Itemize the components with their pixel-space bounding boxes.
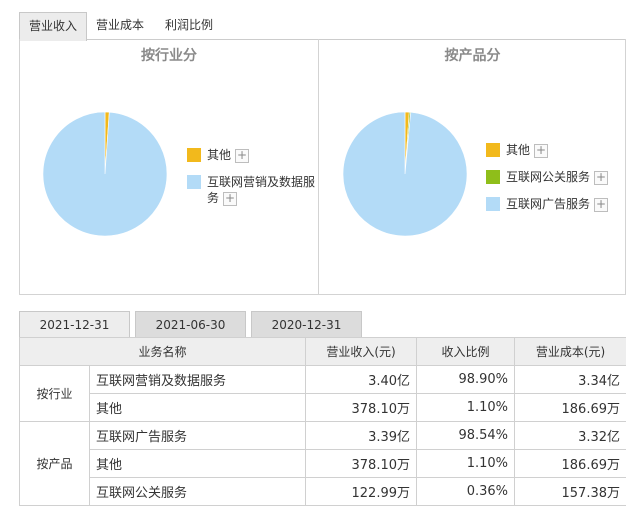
legend-label: 其他 + — [207, 147, 250, 163]
legend-swatch-other — [486, 143, 500, 157]
product-pie-title: 按产品分 — [444, 48, 501, 64]
industry-pie-panel: 按行业分 其他 + 互联网营销及数据服务 + — [20, 39, 319, 294]
tab-cost[interactable]: 营业成本 — [87, 12, 153, 40]
expand-plus-icon[interactable]: + — [594, 170, 609, 185]
row-ratio: 0.36% — [416, 477, 516, 506]
legend-swatch-internet-marketing — [187, 175, 201, 189]
table-row: 按行业 互联网营销及数据服务 3.40亿 98.90% 3.34亿 — [19, 365, 626, 422]
tab-2021-12-31[interactable]: 2021-12-31 — [19, 311, 130, 338]
legend-item-internet-marketing: 互联网营销及数据服务 + — [187, 174, 319, 206]
row-ratio: 1.10% — [416, 449, 516, 478]
row-ratio: 1.10% — [416, 393, 516, 422]
legend-label: 其他 + — [506, 142, 549, 158]
legend-item-internet-pr: 互联网公关服务 + — [486, 169, 609, 185]
row-revenue: 378.10万 — [305, 449, 418, 478]
row-revenue: 3.39亿 — [305, 421, 418, 450]
row-revenue: 122.99万 — [305, 477, 418, 506]
tab-profit-ratio[interactable]: 利润比例 — [156, 12, 222, 40]
group-label-product: 按产品 — [19, 421, 90, 506]
expand-plus-icon[interactable]: + — [235, 148, 250, 163]
header-revenue: 营业收入(元) — [305, 337, 418, 366]
row-revenue: 3.40亿 — [305, 365, 418, 394]
legend-item-other: 其他 + — [486, 142, 549, 158]
table-row: 互联网公关服务 122.99万 0.36% 157.38万 — [20, 477, 626, 506]
top-tab-bar: 营业收入 营业成本 利润比例 — [19, 10, 626, 41]
row-cost: 186.69万 — [514, 393, 626, 422]
row-ratio: 98.90% — [416, 365, 516, 394]
pie-slice-1[interactable] — [42, 111, 168, 237]
legend-label: 互联网广告服务 + — [506, 196, 609, 212]
header-cost: 营业成本(元) — [514, 337, 626, 366]
expand-plus-icon[interactable]: + — [594, 197, 609, 212]
legend-label: 互联网公关服务 + — [506, 169, 609, 185]
legend-swatch-internet-ads — [486, 197, 500, 211]
pie-panels: 按行业分 其他 + 互联网营销及数据服务 + 按产品分 其他 + 互联网公关服务… — [19, 39, 626, 295]
expand-plus-icon[interactable]: + — [534, 143, 549, 158]
tab-revenue[interactable]: 营业收入 — [19, 12, 88, 41]
table-row: 按产品 互联网广告服务 3.39亿 98.54% 3.32亿 — [19, 421, 626, 506]
row-revenue: 378.10万 — [305, 393, 418, 422]
legend-label: 互联网营销及数据服务 + — [207, 175, 316, 206]
expand-plus-icon[interactable]: + — [223, 191, 238, 206]
legend-swatch-other — [187, 148, 201, 162]
table-row: 其他 378.10万 1.10% 186.69万 — [20, 449, 626, 478]
tab-2020-12-31[interactable]: 2020-12-31 — [251, 311, 362, 338]
group-label-industry: 按行业 — [19, 365, 90, 422]
business-table: 业务名称 营业收入(元) 收入比例 营业成本(元) 按行业 互联网营销及数据服务… — [18, 337, 626, 506]
date-tab-bar: 2021-12-31 2021-06-30 2020-12-31 — [19, 311, 626, 338]
header-ratio: 收入比例 — [416, 337, 516, 366]
row-ratio: 98.54% — [416, 421, 516, 450]
row-name: 其他 — [88, 393, 307, 422]
legend-swatch-internet-pr — [486, 170, 500, 184]
row-cost: 3.34亿 — [514, 365, 626, 394]
row-cost: 157.38万 — [514, 477, 626, 506]
industry-pie-title: 按行业分 — [141, 48, 197, 64]
industry-pie-chart — [42, 111, 168, 237]
row-name: 互联网公关服务 — [88, 477, 307, 506]
table-header-row: 业务名称 营业收入(元) 收入比例 营业成本(元) — [18, 337, 626, 366]
table-row: 其他 378.10万 1.10% 186.69万 — [20, 393, 626, 422]
pie-slice-2[interactable] — [342, 111, 468, 237]
tab-2021-06-30[interactable]: 2021-06-30 — [135, 311, 246, 338]
header-business-name: 业务名称 — [18, 337, 307, 366]
legend-item-other: 其他 + — [187, 147, 250, 163]
row-name: 其他 — [88, 449, 307, 478]
row-cost: 186.69万 — [514, 449, 626, 478]
product-pie-panel: 按产品分 其他 + 互联网公关服务 + 互联网广告服务 + — [319, 39, 626, 294]
row-name: 互联网营销及数据服务 — [88, 365, 307, 394]
row-cost: 3.32亿 — [514, 421, 626, 450]
legend-item-internet-ads: 互联网广告服务 + — [486, 196, 609, 212]
row-name: 互联网广告服务 — [88, 421, 307, 450]
product-pie-chart — [342, 111, 468, 237]
